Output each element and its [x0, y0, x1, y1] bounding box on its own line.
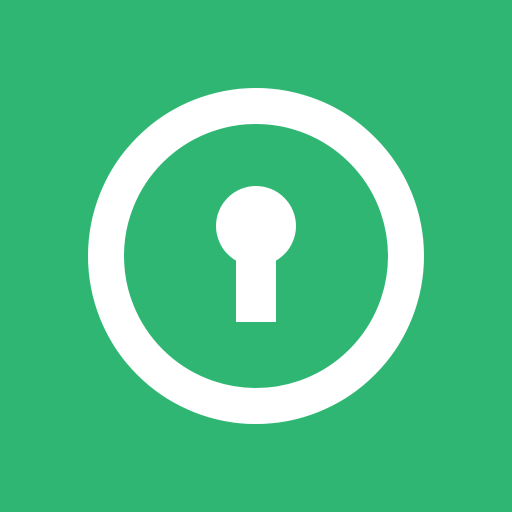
keyhole-stem — [236, 240, 276, 322]
keyhole-lock-icon — [0, 0, 512, 512]
app-icon — [0, 0, 512, 512]
